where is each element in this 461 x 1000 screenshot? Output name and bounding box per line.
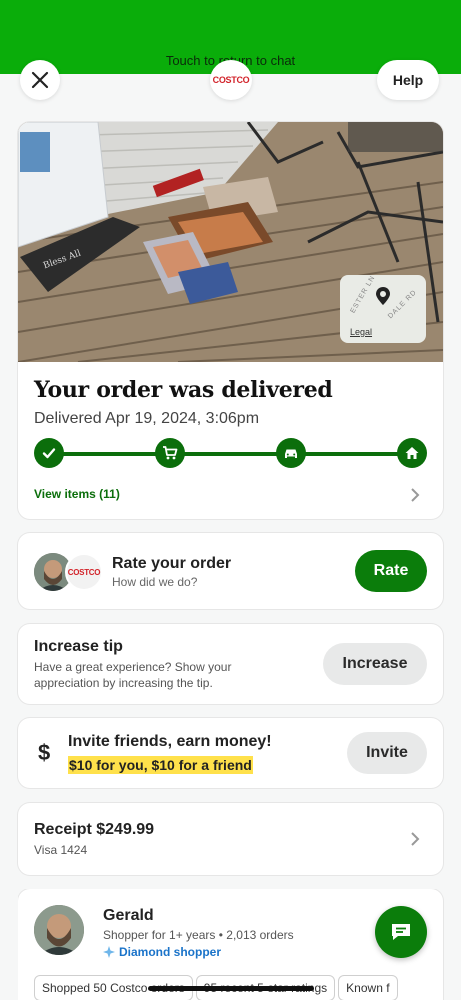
step-delivering — [276, 438, 306, 468]
home-icon — [405, 447, 419, 459]
delivery-photo[interactable]: Bless All ESTER LN DALE RD Legal — [18, 122, 443, 362]
delivery-card: Bless All ESTER LN DALE RD Legal Your or… — [18, 122, 443, 519]
diamond-icon — [103, 946, 115, 958]
store-avatar: COSTCO — [65, 553, 103, 591]
chevron-right-icon[interactable] — [410, 488, 420, 502]
invite-friends-card: $ Invite friends, earn money! $10 for yo… — [18, 718, 443, 788]
shopper-avatar — [34, 905, 84, 955]
home-indicator[interactable] — [148, 986, 314, 991]
progress-line — [48, 452, 413, 456]
increase-tip-card: Increase tip Have a great experience? Sh… — [18, 624, 443, 704]
invite-button[interactable]: Invite — [347, 732, 427, 774]
rate-order-subtitle: How did we do? — [112, 575, 198, 589]
costco-logo-text: COSTCO — [67, 567, 101, 577]
shopper-name: Gerald — [103, 907, 154, 924]
rate-button[interactable]: Rate — [355, 550, 427, 592]
delivery-timestamp: Delivered Apr 19, 2024, 3:06pm — [34, 410, 260, 427]
diamond-shopper-label: Diamond shopper — [119, 945, 222, 959]
delivery-status-title: Your order was delivered — [34, 377, 333, 403]
receipt-total: Receipt $249.99 — [34, 821, 155, 838]
view-items-link[interactable]: View items (11) — [34, 487, 120, 501]
increase-tip-title: Increase tip — [34, 638, 123, 655]
dollar-icon: $ — [38, 740, 51, 765]
location-pin-icon — [376, 287, 390, 305]
shopper-photo — [34, 905, 84, 955]
costco-logo-text: COSTCO — [212, 75, 250, 85]
map-legal-link[interactable]: Legal — [350, 327, 372, 337]
store-logo: COSTCO — [210, 60, 252, 100]
payment-method: Visa 1424 — [34, 843, 88, 857]
step-delivered — [397, 438, 427, 468]
increase-tip-button[interactable]: Increase — [323, 643, 427, 685]
header: COSTCO Help — [0, 60, 461, 102]
map-street-label: DALE RD — [386, 288, 419, 321]
stat-chip: Known f — [338, 975, 398, 1000]
close-icon — [31, 71, 49, 89]
invite-title: Invite friends, earn money! — [68, 733, 272, 750]
car-icon — [285, 449, 297, 458]
invite-promo-text: $10 for you, $10 for a friend — [68, 756, 253, 774]
diamond-shopper-badge: Diamond shopper — [103, 945, 221, 959]
shopper-tenure: Shopper for 1+ years • 2,013 orders — [103, 928, 294, 942]
delivery-progress-tracker — [34, 438, 427, 470]
close-button[interactable] — [20, 60, 60, 100]
chat-button[interactable] — [375, 906, 427, 958]
step-shopping — [155, 438, 185, 468]
increase-tip-subtitle: Have a great experience? Show your appre… — [34, 660, 232, 690]
step-checked — [34, 438, 64, 468]
rate-order-card: COSTCO Rate your order How did we do? Ra… — [18, 533, 443, 609]
map-street-label: ESTER LN — [349, 275, 377, 315]
chat-icon — [392, 924, 410, 940]
check-icon — [42, 448, 56, 459]
map-thumbnail[interactable]: ESTER LN DALE RD Legal — [340, 275, 426, 343]
receipt-card[interactable]: Receipt $249.99 Visa 1424 — [18, 803, 443, 875]
rate-order-title: Rate your order — [112, 555, 232, 572]
help-button[interactable]: Help — [377, 60, 439, 100]
chevron-right-icon — [411, 832, 420, 846]
cart-icon — [163, 446, 178, 460]
